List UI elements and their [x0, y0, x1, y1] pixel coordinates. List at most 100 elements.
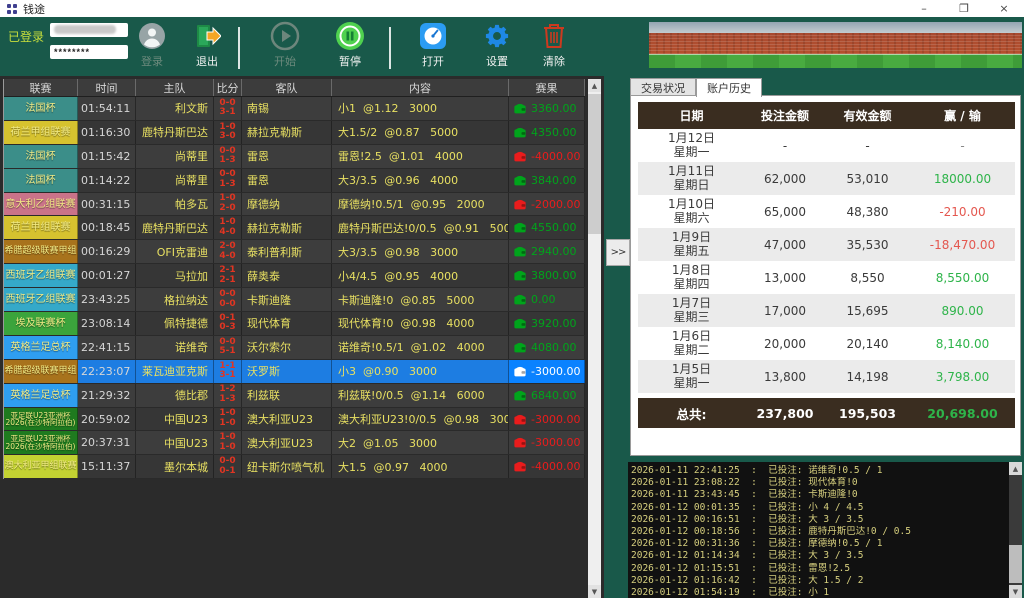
header-bet-amount: 投注金额: [745, 102, 825, 129]
date-cell: 1月8日 星期四: [638, 261, 745, 294]
score-cell: 0-0 1-3: [214, 145, 242, 168]
log-lines: 2026-01-11 22:41:25 : 已投注: 诺维奇!0.5 / 120…: [631, 465, 1006, 598]
match-row[interactable]: 荷兰甲组联赛 01:16:30 鹿特丹斯巴达 1-0 3-0 赫拉克勒斯 大1.…: [4, 121, 585, 145]
result-amount: -4000.00: [531, 150, 580, 163]
history-row[interactable]: 1月5日 星期一 13,800 14,198 3,798.00: [638, 360, 1015, 393]
match-row[interactable]: 法国杯 01:14:22 尚蒂里 0-0 1-3 雷恩 大3/3.5 @0.96…: [4, 169, 585, 193]
result-cell: 3800.00: [509, 264, 585, 287]
away-team-cell: 纽卡斯尔喷气机: [242, 455, 332, 478]
league-cell: 澳大利亚甲组联赛: [4, 455, 78, 478]
away-team-cell: 雷恩: [242, 169, 332, 192]
away-team-cell: 现代体育: [242, 312, 332, 335]
score-cell: 0-0 3-1: [214, 97, 242, 120]
match-row[interactable]: 澳大利亚甲组联赛 15:11:37 墨尔本城 0-0 0-1 纽卡斯尔喷气机 大…: [4, 455, 585, 479]
history-row[interactable]: 1月9日 星期五 47,000 35,530 -18,470.00: [638, 228, 1015, 261]
history-row[interactable]: 1月10日 星期六 65,000 48,380 -210.00: [638, 195, 1015, 228]
header-time: 时间: [78, 79, 136, 96]
scroll-down-arrow[interactable]: ▼: [588, 585, 601, 598]
header-valid-amount: 有效金额: [825, 102, 910, 129]
time-cell: 20:37:31: [78, 431, 136, 454]
fulltime-score: 4-0: [219, 252, 235, 262]
tab-trade-status[interactable]: 交易状况: [630, 78, 696, 96]
start-button[interactable]: 开始: [257, 21, 313, 69]
history-row[interactable]: 1月8日 星期四 13,000 8,550 8,550.00: [638, 261, 1015, 294]
log-scrollbar[interactable]: ▲ ▼: [1009, 462, 1022, 598]
match-row[interactable]: 法国杯 01:15:42 尚蒂里 0-0 1-3 雷恩 雷恩!2.5 @1.01…: [4, 145, 585, 169]
wallet-icon: [514, 246, 526, 257]
pause-icon: [322, 21, 378, 51]
league-label: 亚足联U23亚洲杯2026(在沙特阿拉伯): [4, 412, 77, 427]
settings-button[interactable]: 设置: [469, 21, 525, 69]
wallet-icon: [514, 318, 526, 329]
league-label: 法国杯: [26, 103, 56, 114]
match-table-rows: 法国杯 01:54:11 利文斯 0-0 3-1 南锡 小1 @1.12 300…: [4, 97, 585, 479]
minimize-button[interactable]: –: [904, 0, 944, 17]
match-row[interactable]: 西班牙乙组联赛 00:01:27 马拉加 2-1 2-1 薛奥泰 小4/4.5 …: [4, 264, 585, 288]
clear-button[interactable]: 清除: [526, 21, 582, 69]
match-row[interactable]: 亚足联U23亚洲杯2026(在沙特阿拉伯) 20:37:31 中国U23 1-0…: [4, 431, 585, 455]
fulltime-score: 1-3: [219, 156, 235, 166]
scroll-up-arrow[interactable]: ▲: [588, 79, 601, 92]
match-row[interactable]: 法国杯 01:54:11 利文斯 0-0 3-1 南锡 小1 @1.12 300…: [4, 97, 585, 121]
away-team-cell: 澳大利亚U23: [242, 431, 332, 454]
gear-icon: [469, 21, 525, 51]
maximize-button[interactable]: ❐: [944, 0, 984, 17]
fulltime-score: 2-0: [219, 204, 235, 214]
match-row[interactable]: 埃及联赛杯 23:08:14 佩特捷德 0-1 0-3 现代体育 现代体育!0 …: [4, 312, 585, 336]
date-label: 1月7日: [672, 297, 711, 311]
compass-icon: [405, 21, 461, 51]
league-cell: 西班牙乙组联赛: [4, 288, 78, 311]
league-cell: 英格兰足总杯: [4, 384, 78, 407]
title-bar: 钱途 – ❐ ×: [0, 0, 1024, 17]
login-button[interactable]: 登录: [124, 21, 180, 69]
log-scrollbar-thumb[interactable]: [1009, 545, 1022, 583]
close-button[interactable]: ×: [984, 0, 1024, 17]
time-cell: 00:18:45: [78, 216, 136, 239]
expand-panel-button[interactable]: >>: [606, 239, 630, 266]
score-cell: 2-1 2-1: [214, 264, 242, 287]
match-row[interactable]: 亚足联U23亚洲杯2026(在沙特阿拉伯) 20:59:02 中国U23 1-0…: [4, 408, 585, 432]
log-scroll-up-arrow[interactable]: ▲: [1009, 462, 1022, 475]
total-win-loss: 20,698.00: [910, 398, 1015, 428]
result-amount: -3000.00: [531, 436, 580, 449]
toolbar-divider: [389, 27, 391, 69]
league-label: 荷兰甲组联赛: [11, 127, 71, 138]
scrollbar-thumb[interactable]: [588, 94, 601, 234]
wallet-icon: [514, 366, 526, 377]
match-row[interactable]: 英格兰足总杯 22:41:15 诺维奇 0-0 5-1 沃尔索尔 诺维奇!0.5…: [4, 336, 585, 360]
history-row[interactable]: 1月12日 星期一 - - -: [638, 129, 1015, 162]
match-row[interactable]: 意大利乙组联赛 00:31:15 帕多瓦 1-0 2-0 摩德纳 摩德纳!0.5…: [4, 193, 585, 217]
header-home: 主队: [136, 79, 214, 96]
league-cell: 埃及联赛杯: [4, 312, 78, 335]
bet-amount-cell: 13,800: [745, 360, 825, 393]
username-redacted: [54, 25, 116, 34]
pause-button[interactable]: 暂停: [322, 21, 378, 69]
log-scroll-down-arrow[interactable]: ▼: [1009, 585, 1022, 598]
away-team-cell: 南锡: [242, 97, 332, 120]
league-cell: 英格兰足总杯: [4, 336, 78, 359]
logout-button[interactable]: 退出: [179, 21, 235, 69]
bet-amount-cell: 17,000: [745, 294, 825, 327]
date-cell: 1月6日 星期二: [638, 327, 745, 360]
match-row[interactable]: 希腊超级联赛甲组 00:16:29 OFI克雷迪 2-0 4-0 泰利普利斯 大…: [4, 240, 585, 264]
league-label: 英格兰足总杯: [11, 390, 71, 401]
history-row[interactable]: 1月6日 星期二 20,000 20,140 8,140.00: [638, 327, 1015, 360]
result-cell: 0.00: [509, 288, 585, 311]
match-row[interactable]: 西班牙乙组联赛 23:43:25 格拉纳达 0-0 0-0 卡斯迪隆 卡斯迪隆!…: [4, 288, 585, 312]
match-table-scrollbar[interactable]: ▲ ▼: [588, 79, 601, 598]
wallet-icon: [514, 390, 526, 401]
match-row[interactable]: 荷兰甲组联赛 00:18:45 鹿特丹斯巴达 1-0 4-0 赫拉克勒斯 鹿特丹…: [4, 216, 585, 240]
win-loss-cell: -: [910, 129, 1015, 162]
history-row[interactable]: 1月11日 星期日 62,000 53,010 18000.00: [638, 162, 1015, 195]
bet-amount-cell: 20,000: [745, 327, 825, 360]
match-row[interactable]: 希腊超级联赛甲组 22:23:07 莱瓦迪亚克斯 1-1 3-1 沃罗斯 小3 …: [4, 360, 585, 384]
home-team-cell: 尚蒂里: [136, 145, 214, 168]
match-row[interactable]: 英格兰足总杯 21:29:32 德比郡 1-2 1-3 利兹联 利兹联!0/0.…: [4, 384, 585, 408]
history-table: 日期 投注金额 有效金额 赢 / 输 1月12日 星期一 - - - 1月11日…: [638, 102, 1015, 428]
history-row[interactable]: 1月7日 星期三 17,000 15,695 890.00: [638, 294, 1015, 327]
password-input[interactable]: [50, 45, 128, 59]
tab-account-history[interactable]: 账户历史: [696, 78, 762, 97]
home-team-cell: 中国U23: [136, 431, 214, 454]
open-button[interactable]: 打开: [405, 21, 461, 69]
wallet-icon: [514, 103, 526, 114]
